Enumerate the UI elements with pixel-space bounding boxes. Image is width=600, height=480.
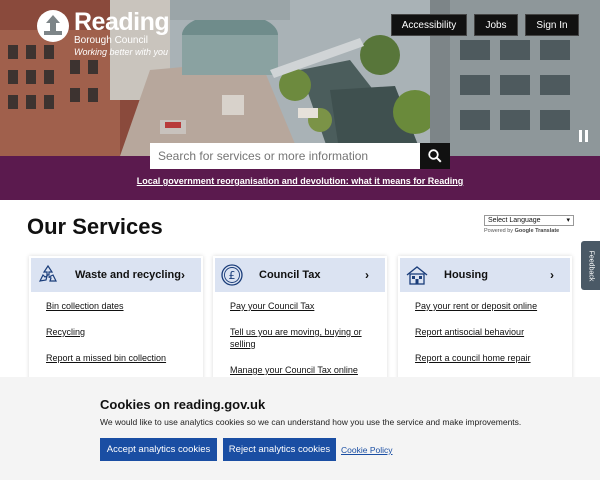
sign-in-button[interactable]: Sign In: [525, 14, 579, 36]
service-card-waste: Waste and recycling › Bin collection dat…: [29, 256, 203, 380]
pound-coin-icon: £: [215, 258, 249, 292]
search-icon: [428, 149, 442, 163]
language-select-value: Select Language: [488, 217, 541, 224]
card-link[interactable]: Pay your Council Tax: [230, 300, 380, 312]
card-link[interactable]: Report a council home repair: [415, 352, 565, 364]
google-brand: Google: [514, 228, 534, 234]
card-link[interactable]: Report antisocial behaviour: [415, 326, 565, 338]
card-link[interactable]: Recycling: [46, 326, 196, 338]
recycling-icon: [31, 258, 65, 292]
card-link[interactable]: Manage your Council Tax online: [230, 364, 380, 376]
card-header-council-tax[interactable]: £ Council Tax ›: [215, 258, 385, 292]
accessibility-button[interactable]: Accessibility: [391, 14, 467, 36]
council-logo[interactable]: Reading Borough Council Working better w…: [36, 8, 170, 58]
accept-cookies-button[interactable]: Accept analytics cookies: [100, 438, 217, 461]
search-input[interactable]: [150, 143, 420, 169]
cookie-text: We would like to use analytics cookies s…: [100, 417, 522, 427]
language-select[interactable]: Select Language ▾: [484, 215, 574, 226]
card-link[interactable]: Pay your rent or deposit online: [415, 300, 565, 312]
hero-image: Reading Borough Council Working better w…: [0, 0, 600, 156]
services-heading: Our Services: [27, 214, 163, 239]
powered-by-text: Powered by: [484, 228, 514, 234]
service-card-housing: Housing › Pay your rent or deposit onlin…: [398, 256, 572, 380]
card-link[interactable]: Report a missed bin collection: [46, 352, 196, 364]
pause-icon[interactable]: [579, 130, 589, 142]
logo-subtitle: Borough Council: [74, 35, 148, 46]
feedback-tab[interactable]: Feedback: [581, 241, 600, 290]
chevron-down-icon: ▾: [566, 217, 570, 224]
card-title-waste: Waste and recycling: [75, 269, 181, 281]
top-nav: Accessibility Jobs Sign In: [391, 14, 579, 36]
chevron-right-icon: ›: [181, 268, 185, 282]
reorganisation-link[interactable]: Local government reorganisation and devo…: [0, 176, 600, 186]
translate-credit: Powered by Google Translate: [484, 228, 559, 234]
card-link[interactable]: Tell us you are moving, buying or sellin…: [230, 326, 380, 350]
site-search: [150, 143, 450, 169]
card-header-waste[interactable]: Waste and recycling ›: [31, 258, 201, 292]
chevron-right-icon: ›: [550, 268, 554, 282]
card-title-housing: Housing: [444, 269, 488, 281]
reject-cookies-button[interactable]: Reject analytics cookies: [223, 438, 336, 461]
service-card-council-tax: £ Council Tax › Pay your Council Tax Tel…: [213, 256, 387, 380]
jobs-button[interactable]: Jobs: [474, 14, 518, 36]
translate-text: Translate: [535, 228, 560, 234]
logo-name: Reading: [74, 8, 170, 36]
logo-emblem-icon: [37, 10, 69, 42]
cookie-banner: Cookies on reading.gov.uk We would like …: [0, 377, 600, 480]
feedback-label: Feedback: [587, 250, 594, 281]
card-link[interactable]: Bin collection dates: [46, 300, 196, 312]
cookie-policy-link[interactable]: Cookie Policy: [341, 445, 393, 455]
card-header-housing[interactable]: Housing ›: [400, 258, 570, 292]
chevron-right-icon: ›: [365, 268, 369, 282]
cookie-title: Cookies on reading.gov.uk: [100, 397, 266, 412]
svg-text:£: £: [229, 269, 236, 282]
house-icon: [400, 258, 434, 292]
logo-tagline: Working better with you: [74, 47, 169, 57]
search-button[interactable]: [420, 143, 450, 169]
card-title-council-tax: Council Tax: [259, 269, 321, 281]
